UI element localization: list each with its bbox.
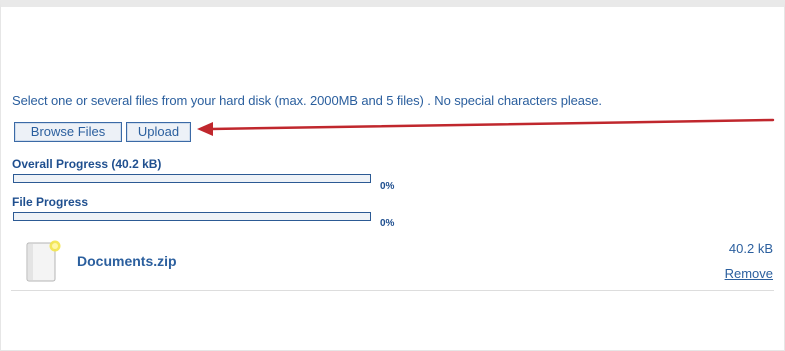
overall-progress-bar [13,174,371,183]
file-size: 40.2 kB [728,241,773,256]
overall-progress-label: Overall Progress (40.2 kB) [12,157,162,171]
remove-file-link[interactable]: Remove [725,266,773,281]
file-name: Documents.zip [77,253,177,269]
file-progress-label: File Progress [12,195,89,209]
upload-button[interactable]: Upload [126,122,191,142]
overall-progress-percent: 0% [380,181,395,192]
document-file-icon [26,240,61,282]
upload-instructions: Select one or several files from your ha… [12,93,602,108]
file-progress-bar [13,212,371,221]
annotation-arrow-icon [197,118,775,136]
file-list-divider [11,290,774,291]
upload-panel: Select one or several files from your ha… [0,0,785,351]
file-progress-percent: 0% [380,218,395,229]
browse-files-button[interactable]: Browse Files [14,122,122,142]
